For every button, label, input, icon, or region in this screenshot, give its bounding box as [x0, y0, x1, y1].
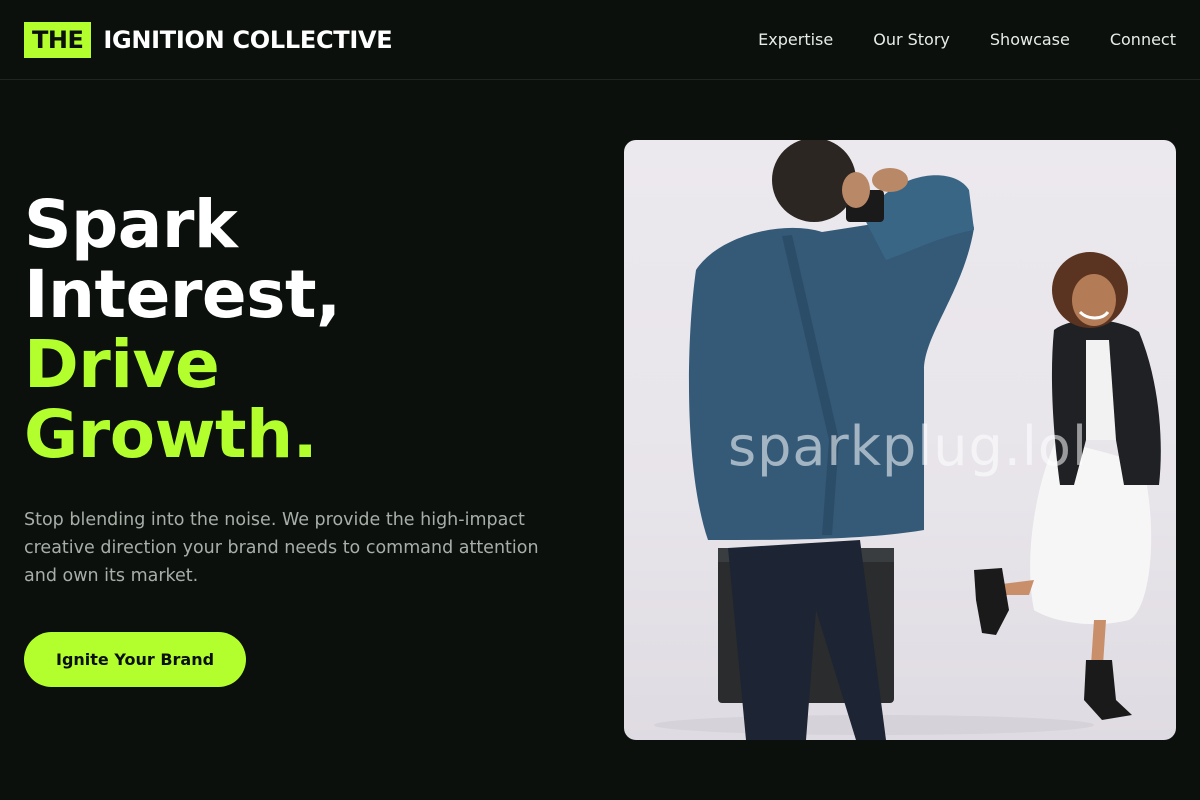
- hero-headline: Spark Interest, Drive Growth.: [24, 190, 564, 470]
- hero-content: Spark Interest, Drive Growth. Stop blend…: [24, 190, 564, 687]
- brand-logo[interactable]: THE IGNITION COLLECTIVE: [24, 21, 393, 58]
- headline-line-3: Drive: [24, 326, 220, 403]
- hero-subtext: Stop blending into the noise. We provide…: [24, 510, 539, 586]
- ignite-brand-button[interactable]: Ignite Your Brand: [24, 632, 247, 687]
- main-nav: Expertise Our Story Showcase Connect: [758, 30, 1176, 49]
- nav-link-expertise[interactable]: Expertise: [758, 30, 833, 49]
- nav-link-showcase[interactable]: Showcase: [990, 30, 1070, 49]
- logo-name: IGNITION COLLECTIVE: [103, 25, 393, 54]
- nav-link-our-story[interactable]: Our Story: [873, 30, 950, 49]
- hero-photo: sparkplug.lol: [624, 140, 1176, 740]
- nav-link-connect[interactable]: Connect: [1110, 30, 1176, 49]
- headline-line-2: Interest,: [24, 256, 341, 333]
- logo-mark: THE: [24, 21, 92, 58]
- site-header: THE IGNITION COLLECTIVE Expertise Our St…: [0, 0, 1200, 80]
- headline-line-1: Spark: [24, 186, 238, 263]
- headline-line-4: Growth.: [24, 396, 318, 473]
- watermark-text: sparkplug.lol: [728, 415, 1088, 478]
